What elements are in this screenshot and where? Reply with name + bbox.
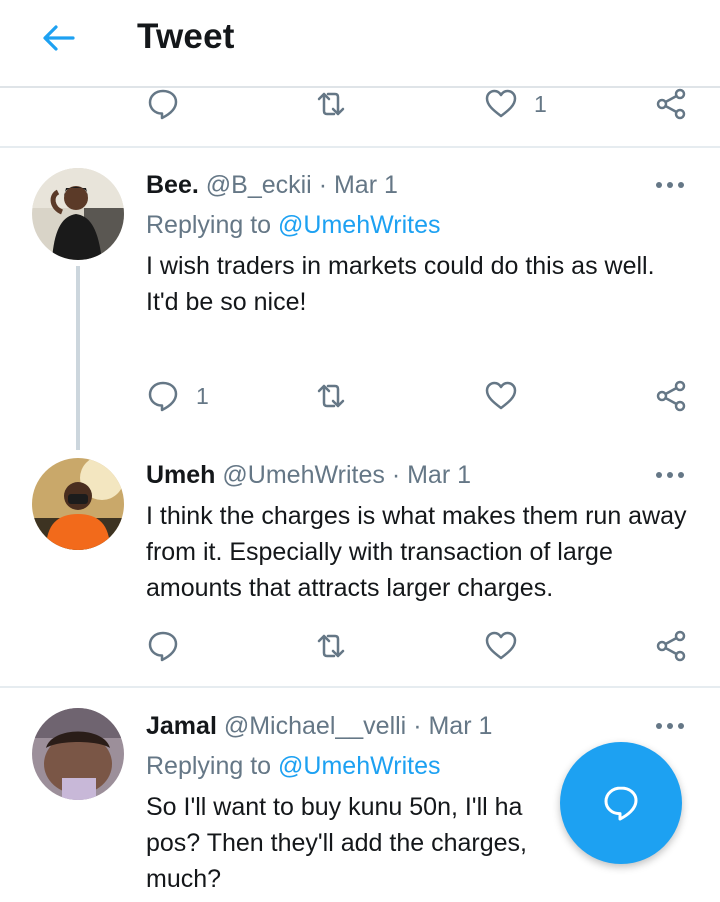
reply-button[interactable] bbox=[146, 82, 180, 126]
more-dots-icon bbox=[656, 182, 684, 188]
heart-icon bbox=[485, 89, 517, 118]
retweet-button[interactable] bbox=[314, 374, 348, 418]
separator-dot: · bbox=[391, 461, 401, 489]
reply-button[interactable] bbox=[146, 624, 180, 668]
tweet-divider bbox=[0, 146, 720, 148]
reply-count: 1 bbox=[196, 382, 209, 409]
tweet-header: Umeh @UmehWrites · Mar 1 bbox=[146, 461, 471, 490]
heart-icon bbox=[485, 631, 517, 660]
reply-bubble-icon bbox=[148, 381, 178, 412]
replying-to: Replying to @UmehWrites bbox=[146, 752, 440, 781]
tweet-date[interactable]: Mar 1 bbox=[428, 712, 492, 740]
mention-link[interactable]: @UmehWrites bbox=[278, 211, 440, 239]
retweet-button[interactable] bbox=[314, 624, 348, 668]
retweet-button[interactable] bbox=[314, 82, 348, 126]
share-button[interactable] bbox=[654, 624, 688, 668]
like-button[interactable] bbox=[484, 624, 518, 668]
tweet-date[interactable]: Mar 1 bbox=[334, 171, 398, 199]
share-icon bbox=[656, 88, 686, 120]
tweet-date[interactable]: Mar 1 bbox=[407, 461, 471, 489]
tweet-text-line: I think the charges is what makes them r… bbox=[146, 502, 687, 602]
user-handle: @Michael__velli bbox=[223, 712, 407, 740]
replying-to-label: Replying to bbox=[146, 752, 272, 780]
mention-link[interactable]: @UmehWrites bbox=[278, 752, 440, 780]
replying-to-label: Replying to bbox=[146, 211, 272, 239]
share-button[interactable] bbox=[654, 82, 688, 126]
reply-button[interactable]: 1 bbox=[146, 374, 209, 418]
tweet-text: I wish traders in markets could do this … bbox=[146, 248, 691, 320]
like-button[interactable] bbox=[484, 374, 518, 418]
tweet-header: Jamal @Michael__velli · Mar 1 bbox=[146, 712, 492, 741]
tweet-actions bbox=[0, 624, 720, 668]
separator-dot: · bbox=[318, 171, 328, 199]
share-button[interactable] bbox=[654, 374, 688, 418]
tweet-text-line: It'd be so nice! bbox=[146, 288, 307, 316]
display-name[interactable]: Umeh bbox=[146, 461, 215, 489]
replying-to: Replying to @UmehWrites bbox=[146, 211, 440, 240]
tweet-actions: 1 bbox=[0, 374, 720, 418]
page-title: Tweet bbox=[137, 17, 235, 56]
reply-bubble-icon bbox=[148, 89, 178, 120]
user-handle: @UmehWrites bbox=[222, 461, 385, 489]
top-app-bar: Tweet bbox=[0, 0, 720, 88]
tweet-header: Bee. @B_eckii · Mar 1 bbox=[146, 171, 398, 200]
share-icon bbox=[656, 380, 686, 412]
share-icon bbox=[656, 630, 686, 662]
avatar[interactable] bbox=[32, 168, 124, 260]
tweet-more-button[interactable] bbox=[648, 714, 692, 738]
reply-bubble-icon bbox=[148, 631, 178, 662]
user-handle: @B_eckii bbox=[205, 171, 312, 199]
retweet-icon bbox=[317, 634, 345, 658]
tweet-text: I think the charges is what makes them r… bbox=[146, 498, 691, 606]
tweet-more-button[interactable] bbox=[648, 173, 692, 197]
display-name[interactable]: Jamal bbox=[146, 712, 217, 740]
compose-reply-icon bbox=[604, 786, 638, 821]
avatar[interactable] bbox=[32, 458, 124, 550]
display-name[interactable]: Bee. bbox=[146, 171, 199, 199]
tweet-divider bbox=[0, 686, 720, 688]
arrow-left-icon bbox=[43, 25, 75, 51]
back-button[interactable] bbox=[36, 18, 80, 58]
more-dots-icon bbox=[656, 723, 684, 729]
heart-icon bbox=[485, 381, 517, 410]
more-dots-icon bbox=[656, 472, 684, 478]
tweet-actions: 1 bbox=[0, 82, 720, 126]
tweet-text-line: much? bbox=[146, 865, 222, 893]
thread-connector bbox=[76, 266, 80, 450]
tweet-more-button[interactable] bbox=[648, 463, 692, 487]
like-count: 1 bbox=[534, 90, 547, 117]
avatar[interactable] bbox=[32, 708, 124, 800]
separator-dot: · bbox=[413, 712, 422, 740]
tweet-text-line: I wish traders in markets could do this … bbox=[146, 252, 655, 280]
retweet-icon bbox=[317, 384, 345, 408]
retweet-icon bbox=[317, 92, 345, 116]
compose-reply-button[interactable] bbox=[560, 742, 682, 864]
like-button[interactable]: 1 bbox=[484, 82, 547, 126]
